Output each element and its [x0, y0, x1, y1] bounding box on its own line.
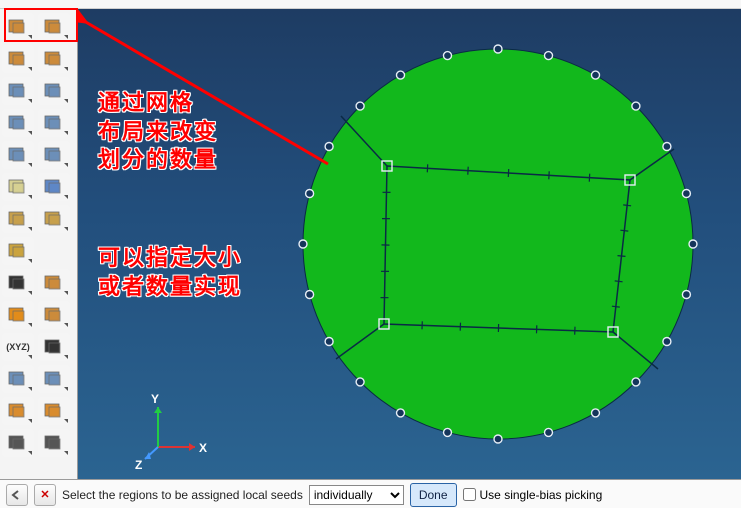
plane-icon[interactable] [2, 365, 34, 393]
axis-icon[interactable] [38, 333, 70, 361]
triad-z-label: Z [135, 458, 142, 469]
seed-delete-icon[interactable] [38, 45, 70, 73]
orange-tool-icon[interactable] [2, 301, 34, 329]
boot-icon[interactable] [2, 397, 34, 425]
mesh-controls-icon[interactable] [38, 141, 70, 169]
verify-mesh-icon[interactable] [2, 205, 34, 233]
selection-mode-select[interactable]: individuallyby angle [309, 485, 404, 505]
prompt-text: Select the regions to be assigned local … [62, 488, 303, 502]
mesh-part-icon[interactable] [2, 77, 34, 105]
box-pair-icon[interactable] [38, 397, 70, 425]
mesh-delete-icon[interactable] [2, 109, 34, 137]
element-type-icon[interactable] [2, 141, 34, 169]
back-button[interactable] [6, 484, 28, 506]
mesh-region-icon[interactable] [38, 77, 70, 105]
single-bias-checkbox[interactable]: Use single-bias picking [463, 488, 603, 502]
triad-y-label: Y [151, 392, 159, 406]
query-mesh-icon[interactable] [38, 205, 70, 233]
cancel-button[interactable]: ✕ [34, 484, 56, 506]
seed-part-global-icon[interactable] [2, 13, 34, 41]
settings-icon[interactable] [2, 429, 34, 457]
l-tool-icon[interactable] [38, 301, 70, 329]
wrench-icon[interactable] [38, 429, 70, 457]
triad: X Y Z [133, 389, 213, 469]
toolbox-panel: (XYZ) [0, 9, 78, 479]
seed-edge-icon[interactable] [38, 13, 70, 41]
annotation-1: 通过网格布局来改变划分的数量 [98, 89, 218, 175]
single-bias-checkbox-input[interactable] [463, 488, 476, 501]
offset-icon[interactable] [38, 365, 70, 393]
viewport[interactable]: 通过网格布局来改变划分的数量 可以指定大小或者数量实现 [78, 9, 741, 479]
mesh-s4r-icon[interactable] [38, 109, 70, 137]
doc-icon[interactable] [2, 173, 34, 201]
arrow-icon[interactable] [2, 269, 34, 297]
seed-corner-icon[interactable] [2, 45, 34, 73]
prompt-bar: ✕ Select the regions to be assigned loca… [0, 479, 741, 508]
report-icon[interactable] [38, 173, 70, 201]
single-bias-label: Use single-bias picking [480, 488, 603, 502]
xyz-icon[interactable]: (XYZ) [2, 333, 34, 361]
done-button[interactable]: Done [410, 483, 457, 507]
edit-mesh-icon[interactable] [2, 237, 34, 265]
annotation-2: 可以指定大小或者数量实现 [98, 244, 242, 301]
box-tool-icon[interactable] [38, 269, 70, 297]
model-part[interactable] [278, 34, 718, 454]
triad-x-label: X [199, 441, 207, 455]
top-strip [0, 0, 741, 9]
